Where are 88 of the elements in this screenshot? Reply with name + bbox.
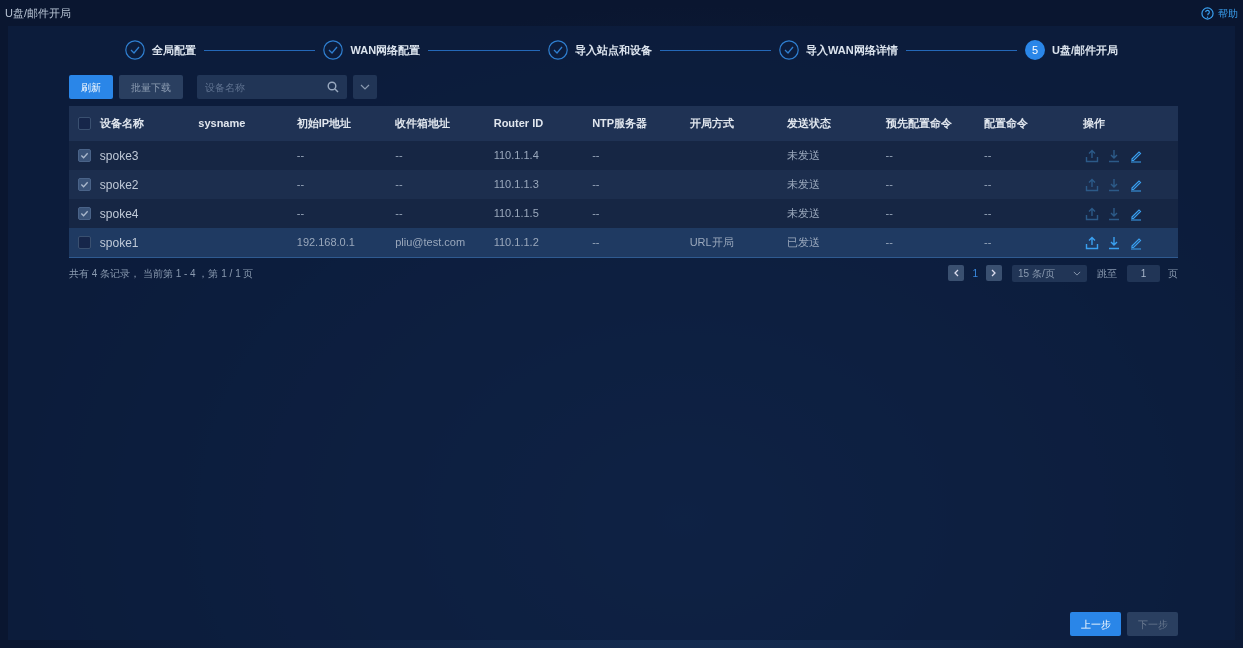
page-unit: 页 [1168,266,1178,281]
table-cell: -- [592,207,600,220]
table-cell: 192.168.0.1 [296,236,355,249]
checkmark-icon [79,209,89,218]
table-cell: 110.1.1.2 [493,236,539,249]
table-cell: -- [592,236,600,249]
table-cell: -- [395,149,403,162]
table-cell: 未发送 [787,149,821,162]
table-row[interactable]: spoke2 -- -- 110.1.1.3 -- 未发送 -- -- [69,170,1178,199]
help-link[interactable]: 帮助 [1201,5,1238,21]
column-header: NTP服务器 [592,117,648,130]
page-size-select[interactable]: 15 条/页 [1012,264,1087,282]
table-cell: -- [592,149,600,162]
checkbox[interactable] [77,149,91,162]
record-summary: 共有 4 条记录， 当前第 1 - 4 ，第 1 / 1 页 [69,266,254,281]
table-cell: -- [296,207,305,220]
download-icon[interactable] [1106,148,1121,163]
checkbox[interactable] [77,236,91,249]
table-cell: -- [885,149,893,162]
table-cell: -- [296,149,305,162]
help-icon [1201,6,1214,20]
table-cell: -- [885,236,893,249]
chevron-down-icon [1073,270,1081,276]
table-cell: URL开局 [689,236,734,249]
step-label: 导入站点和设备 [574,42,652,58]
search-icon[interactable] [327,81,339,93]
table-cell: -- [395,178,403,191]
column-header: sysname [198,117,246,130]
table-cell: 未发送 [787,207,821,220]
goto-page-field[interactable]: 1 [1127,264,1160,282]
checkbox[interactable] [77,117,91,130]
table-row[interactable]: spoke3 -- -- 110.1.1.4 -- 未发送 -- -- [69,141,1178,170]
checkmark-icon [79,151,89,160]
column-header: 操作 [1082,117,1105,130]
table-cell: 110.1.1.4 [493,149,539,162]
column-header: 开局方式 [689,117,734,130]
column-header: 设备名称 [99,117,144,130]
step-label: WAN网络配置 [350,42,421,58]
goto-label: 跳至 [1097,266,1117,281]
step-number: 5 [1025,40,1046,60]
table-row[interactable]: spoke4 -- -- 110.1.1.5 -- 未发送 -- -- [69,199,1178,228]
download-icon[interactable] [1106,206,1121,221]
column-header: 初始IP地址 [296,117,352,130]
upload-icon[interactable] [1084,235,1099,250]
table-cell: -- [984,149,992,162]
table-cell: -- [984,207,992,220]
checkbox[interactable] [77,178,91,191]
column-header: 预先配置命令 [885,117,952,130]
window-title: U盘/邮件开局 [5,5,71,21]
step-label: 导入WAN网络详情 [805,42,898,58]
table-cell: -- [592,178,600,191]
next-page-button[interactable] [986,265,1002,281]
table-cell: -- [395,207,403,220]
table-cell: -- [296,178,305,191]
step-label: 全局配置 [152,42,196,58]
upload-icon[interactable] [1084,206,1099,221]
column-header: 配置命令 [984,117,1029,130]
previous-step-button[interactable]: 上一步 [1070,612,1121,636]
table-cell: spoke1 [99,235,139,250]
checkbox[interactable] [77,207,91,220]
table-cell: 未发送 [787,178,821,191]
refresh-button[interactable]: 刷新 [69,75,113,99]
column-header: 发送状态 [787,117,832,130]
table-cell: -- [984,178,992,191]
table-cell: 110.1.1.3 [493,178,539,191]
upload-icon[interactable] [1084,148,1099,163]
table-cell: -- [885,207,893,220]
table-cell: pliu@test.com [395,236,466,249]
table-cell: 已发送 [787,236,821,249]
chevron-left-icon [953,269,960,277]
checkmark-icon [79,180,89,189]
column-header: Router ID [493,117,544,130]
prev-page-button[interactable] [948,265,965,281]
table-cell: -- [885,178,893,191]
dropdown-toggle[interactable] [353,75,377,99]
batch-download-button[interactable]: 批量下载 [119,75,183,99]
download-icon[interactable] [1106,235,1121,250]
table-cell: -- [984,236,992,249]
current-page[interactable]: 1 [972,265,978,281]
chevron-right-icon [991,269,997,277]
column-header: 收件箱地址 [395,117,451,130]
table-row[interactable]: spoke1 192.168.0.1 pliu@test.com 110.1.1.2 -- URL开局 已发送 -- -- [69,228,1178,257]
table-cell: spoke4 [99,206,139,221]
table-cell: spoke2 [99,177,139,192]
step-label: U盘/邮件开局 [1052,42,1119,58]
table-cell: 110.1.1.5 [493,207,539,220]
chevron-down-icon [360,84,370,90]
table-cell: spoke3 [99,148,139,163]
